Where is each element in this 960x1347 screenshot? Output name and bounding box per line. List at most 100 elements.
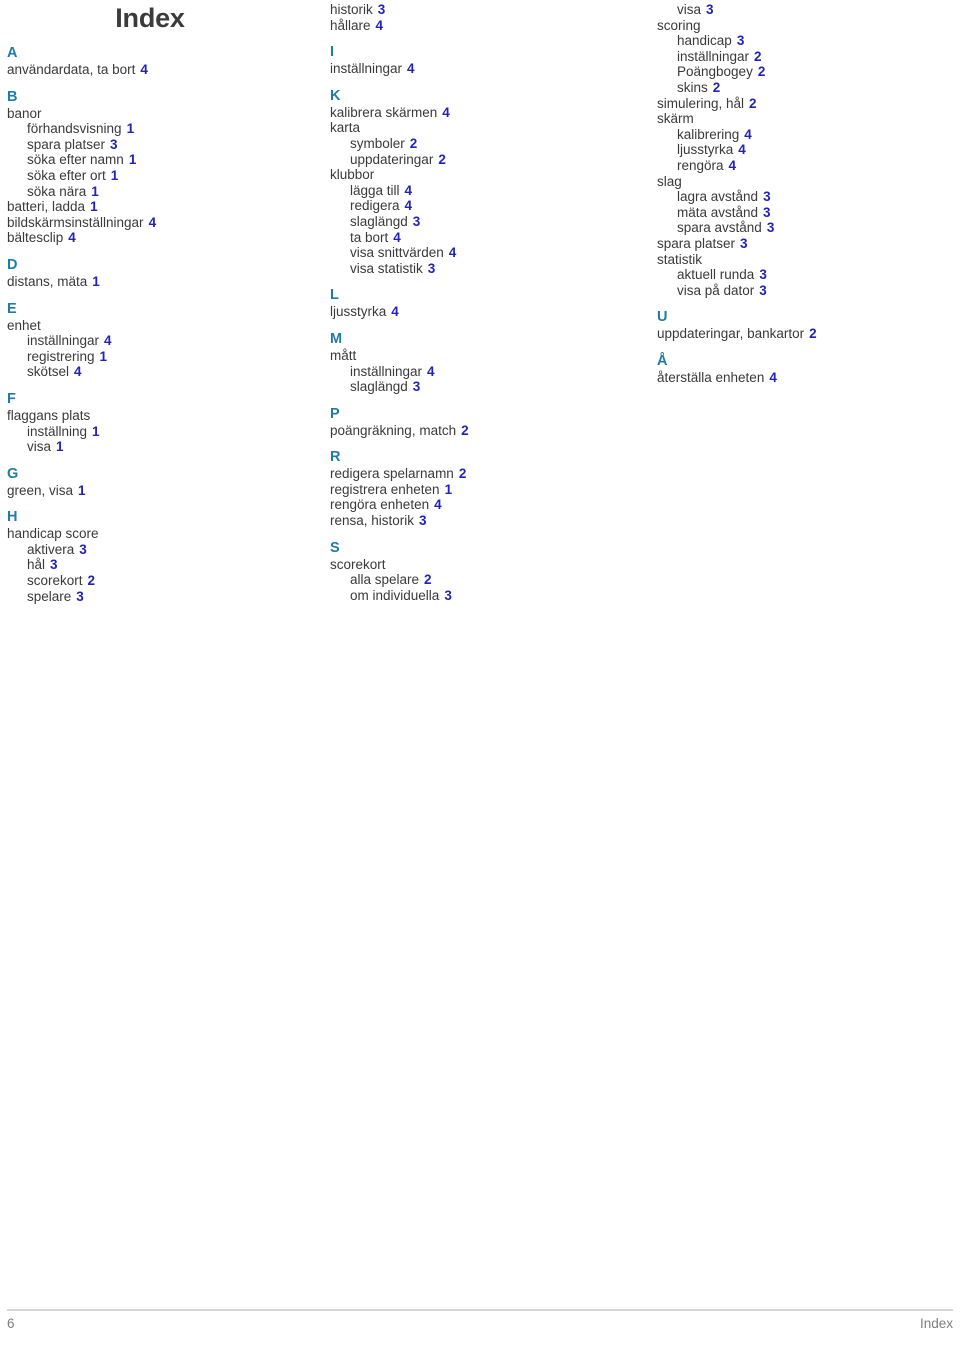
index-entry[interactable]: rengöra enheten 4: [330, 497, 640, 513]
index-entry[interactable]: bältesclip 4: [7, 230, 317, 246]
index-entry-page-number: 4: [728, 157, 737, 173]
index-entry[interactable]: poängräkning, match 2: [330, 423, 640, 439]
index-entry[interactable]: symboler 2: [330, 136, 640, 152]
index-entry[interactable]: spara platser 3: [657, 236, 957, 252]
index-entry-label: flaggans plats: [7, 407, 91, 423]
index-entry[interactable]: förhandsvisning 1: [7, 121, 317, 137]
index-entry[interactable]: statistik: [657, 252, 957, 268]
index-entry-label: visa snittvärden: [350, 245, 444, 261]
index-letter-heading: F: [7, 390, 16, 407]
index-entry-label: mäta avstånd: [677, 204, 759, 220]
index-entry[interactable]: registrera enheten 1: [330, 482, 640, 498]
index-entry-page-number: 1: [110, 167, 119, 183]
index-entry[interactable]: scoring: [657, 18, 957, 34]
index-entry[interactable]: aktuell runda 3: [657, 267, 957, 283]
index-entry[interactable]: slaglängd 3: [330, 214, 640, 230]
index-letter-heading: Å: [657, 352, 668, 369]
index-entry[interactable]: simulering, hål 2: [657, 96, 957, 112]
index-entry[interactable]: om individuella 3: [330, 588, 640, 604]
index-entry-page-number: 2: [754, 48, 762, 64]
index-entry[interactable]: lägga till 4: [330, 183, 640, 199]
index-entry-page-number: 3: [79, 541, 87, 557]
index-entry-page-number: 3: [50, 557, 58, 573]
index-entry[interactable]: kalibrera skärmen 4: [330, 105, 640, 121]
index-entry[interactable]: registrering 1: [7, 349, 317, 365]
index-entry[interactable]: redigera 4: [330, 198, 640, 214]
index-entry-page-number: 3: [759, 267, 767, 283]
index-entry[interactable]: mått: [330, 348, 640, 364]
index-entry[interactable]: skötsel 4: [7, 364, 317, 380]
index-entry-page-number: 4: [375, 17, 384, 33]
index-entry-label: inställningar: [27, 333, 100, 349]
index-entry[interactable]: bildskärmsinställningar 4: [7, 215, 317, 231]
index-entry[interactable]: ljusstyrka 4: [330, 304, 640, 320]
index-entry[interactable]: spara platser 3: [7, 137, 317, 153]
index-entry[interactable]: återställa enheten 4: [657, 370, 957, 386]
index-entry-label: registrering: [27, 348, 95, 364]
index-entry[interactable]: slaglängd 3: [330, 379, 640, 395]
index-entry-label: batteri, ladda: [7, 199, 86, 215]
index-entry[interactable]: visa 3: [657, 2, 957, 18]
index-entry[interactable]: batteri, ladda 1: [7, 199, 317, 215]
index-entry[interactable]: lagra avstånd 3: [657, 189, 957, 205]
index-entry[interactable]: karta: [330, 120, 640, 136]
index-entry[interactable]: visa snittvärden 4: [330, 245, 640, 261]
index-entry[interactable]: mäta avstånd 3: [657, 205, 957, 221]
index-entry[interactable]: inställningar 2: [657, 49, 957, 65]
index-entry[interactable]: scorekort: [330, 557, 640, 573]
index-entry[interactable]: söka efter namn 1: [7, 152, 317, 168]
index-entry[interactable]: skins 2: [657, 80, 957, 96]
index-entry[interactable]: inställning 1: [7, 424, 317, 440]
index-entry-page-number: 3: [427, 260, 436, 276]
index-letter-heading: L: [330, 287, 339, 304]
index-entry[interactable]: inställningar 4: [7, 333, 317, 349]
index-entry[interactable]: green, visa 1: [7, 483, 317, 499]
index-entry-label: redigera spelarnamn: [330, 466, 454, 482]
index-entry[interactable]: skärm: [657, 111, 957, 127]
index-entry[interactable]: redigera spelarnamn 2: [330, 466, 640, 482]
index-entry[interactable]: alla spelare 2: [330, 572, 640, 588]
index-entry[interactable]: flaggans plats: [7, 408, 317, 424]
index-entry-page-number: 4: [442, 104, 450, 120]
index-entry[interactable]: användardata, ta bort 4: [7, 62, 317, 78]
index-entry[interactable]: kalibrering 4: [657, 127, 957, 143]
index-entry-page-number: 2: [809, 326, 817, 342]
index-entry[interactable]: banor: [7, 106, 317, 122]
index-entry[interactable]: aktivera 3: [7, 542, 317, 558]
index-entry[interactable]: rengöra 4: [657, 158, 957, 174]
index-entry[interactable]: hållare 4: [330, 18, 640, 34]
index-entry[interactable]: handicap 3: [657, 33, 957, 49]
index-entry[interactable]: spelare 3: [7, 589, 317, 605]
index-entry[interactable]: visa 1: [7, 439, 317, 455]
index-entry[interactable]: söka efter ort 1: [7, 168, 317, 184]
index-entry[interactable]: spara avstånd 3: [657, 220, 957, 236]
index-entry-label: historik: [330, 2, 373, 17]
index-entry-page-number: 4: [74, 364, 82, 380]
index-entry[interactable]: inställningar 4: [330, 61, 640, 77]
index-entry-page-number: 3: [110, 136, 118, 152]
index-entry[interactable]: hål 3: [7, 557, 317, 573]
index-letter-heading: A: [7, 45, 18, 61]
index-entry[interactable]: handicap score: [7, 526, 317, 542]
index-entry[interactable]: söka nära 1: [7, 184, 317, 200]
index-entry[interactable]: uppdateringar 2: [330, 152, 640, 168]
index-entry-label: återställa enheten: [657, 369, 765, 385]
index-entry[interactable]: historik 3: [330, 2, 640, 18]
index-entry[interactable]: distans, mäta 1: [7, 274, 317, 290]
index-entry[interactable]: klubbor: [330, 167, 640, 183]
index-entry-label: visa statistik: [350, 260, 423, 276]
index-entry[interactable]: visa statistik 3: [330, 261, 640, 277]
index-entry[interactable]: slag: [657, 174, 957, 190]
index-entry[interactable]: uppdateringar, bankartor 2: [657, 326, 957, 342]
index-entry[interactable]: ljusstyrka 4: [657, 142, 957, 158]
index-entry[interactable]: Poängbogey 2: [657, 64, 957, 80]
index-entry[interactable]: inställningar 4: [330, 364, 640, 380]
index-letter-heading: R: [330, 449, 341, 466]
index-entry[interactable]: scorekort 2: [7, 573, 317, 589]
index-entry[interactable]: rensa, historik 3: [330, 513, 640, 529]
index-entry[interactable]: enhet: [7, 318, 317, 334]
index-entry[interactable]: visa på dator 3: [657, 283, 957, 299]
index-entry-page-number: 4: [404, 182, 413, 198]
index-entry[interactable]: ta bort 4: [330, 230, 640, 246]
index-entry-page-number: 1: [92, 273, 100, 289]
